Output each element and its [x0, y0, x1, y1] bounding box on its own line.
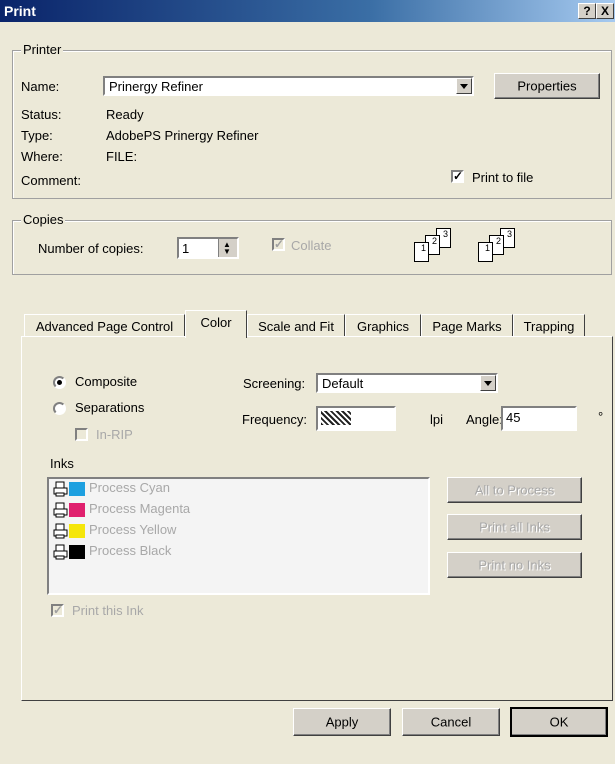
check-icon: ✓ — [53, 603, 64, 617]
printer-icon — [53, 502, 68, 518]
type-label: Type: — [21, 128, 53, 143]
frequency-input[interactable] — [316, 406, 396, 431]
inrip-checkbox[interactable] — [75, 428, 88, 441]
composite-label: Composite — [75, 374, 138, 389]
ink-name: Process Yellow — [89, 522, 177, 537]
separations-label: Separations — [75, 400, 145, 415]
tab-label: Trapping — [523, 319, 575, 334]
copies-spinner[interactable]: 1 ▲ ▼ — [177, 237, 239, 259]
angle-unit: ° — [598, 409, 604, 424]
ink-swatch — [69, 482, 85, 496]
tab-label: Graphics — [356, 319, 410, 334]
button-label: All to Process — [474, 482, 555, 498]
copies-legend: Copies — [21, 212, 66, 227]
copies-value: 1 — [182, 241, 190, 256]
all-to-process-button[interactable]: All to Process — [447, 477, 582, 503]
dialog-title: Print — [4, 3, 36, 19]
tab-label: Scale and Fit — [258, 319, 334, 334]
print-this-ink-label: Print this Ink — [72, 603, 144, 618]
spin-down-icon[interactable]: ▼ — [223, 247, 231, 256]
status-value: Ready — [106, 107, 144, 122]
print-to-file-label: Print to file — [472, 170, 534, 185]
printer-icon — [53, 544, 68, 560]
printer-legend: Printer — [21, 42, 64, 57]
close-button[interactable]: X — [596, 3, 614, 19]
tab-label: Advanced Page Control — [35, 319, 174, 334]
check-icon: ✓ — [453, 169, 464, 183]
ink-swatch — [69, 524, 85, 538]
ink-swatch — [69, 503, 85, 517]
printer-name-select[interactable]: Prinergy Refiner — [103, 76, 474, 96]
tab-graphics[interactable]: Graphics — [345, 314, 421, 336]
collate-label: Collate — [291, 238, 332, 253]
screening-select[interactable]: Default — [316, 373, 498, 393]
printer-icon — [53, 523, 68, 539]
check-icon: ✓ — [274, 237, 285, 251]
composite-radio[interactable] — [53, 376, 66, 389]
ink-name: Process Black — [89, 543, 172, 558]
comment-label: Comment: — [21, 173, 81, 188]
chevron-down-icon[interactable] — [480, 375, 496, 391]
tab-trapping[interactable]: Trapping — [513, 314, 585, 336]
where-value: FILE: — [106, 149, 138, 164]
radio-dot-icon — [57, 380, 62, 385]
tab-label: Page Marks — [432, 319, 502, 334]
where-label: Where: — [21, 149, 63, 164]
cancel-button[interactable]: Cancel — [402, 708, 500, 736]
angle-value: 45 — [506, 410, 521, 425]
name-label: Name: — [21, 79, 60, 94]
number-of-copies-label: Number of copies: — [38, 241, 144, 256]
button-label: OK — [549, 714, 569, 730]
mixed-value-pattern-icon — [321, 411, 351, 425]
frequency-label: Frequency: — [242, 412, 308, 427]
angle-label: Angle: — [466, 412, 503, 427]
properties-button[interactable]: Properties — [494, 73, 600, 99]
type-value: AdobePS Prinergy Refiner — [106, 128, 259, 143]
tab-label: Color — [200, 315, 232, 330]
print-dialog: Print ? X Printer Name: Prinergy Refiner… — [0, 0, 615, 764]
help-button[interactable]: ? — [578, 3, 596, 19]
help-icon: ? — [583, 4, 591, 18]
angle-input[interactable]: 45 — [501, 406, 577, 431]
print-no-inks-button[interactable]: Print no Inks — [447, 552, 582, 578]
tab-scale-and-fit[interactable]: Scale and Fit — [247, 314, 345, 336]
inks-label: Inks — [50, 456, 74, 471]
separations-radio[interactable] — [53, 402, 66, 415]
printer-icon — [53, 481, 68, 497]
print-this-ink-checkbox[interactable]: ✓ — [51, 603, 64, 617]
button-label: Print all Inks — [479, 519, 550, 535]
properties-button-label: Properties — [517, 78, 577, 94]
chevron-down-icon[interactable] — [456, 78, 472, 94]
print-to-file-checkbox[interactable]: ✓ — [451, 169, 464, 183]
print-all-inks-button[interactable]: Print all Inks — [447, 514, 582, 540]
ink-swatch — [69, 545, 85, 559]
collate-checkbox[interactable]: ✓ — [272, 237, 285, 251]
tab-advanced-page-control[interactable]: Advanced Page Control — [24, 314, 185, 336]
printer-name-value: Prinergy Refiner — [109, 79, 203, 94]
inks-list[interactable]: Process Cyan Process Magenta Process Yel… — [47, 477, 430, 595]
button-label: Apply — [325, 714, 359, 730]
title-bar: Print ? X — [0, 0, 615, 22]
button-label: Print no Inks — [478, 557, 551, 573]
tab-color[interactable]: Color — [185, 310, 247, 338]
inrip-label: In-RIP — [96, 427, 133, 442]
close-icon: X — [600, 4, 609, 18]
frequency-unit: lpi — [430, 412, 444, 427]
ok-button[interactable]: OK — [510, 707, 608, 737]
spinner-buttons[interactable]: ▲ ▼ — [218, 239, 237, 257]
apply-button[interactable]: Apply — [293, 708, 391, 736]
button-label: Cancel — [430, 714, 472, 730]
tab-page-marks[interactable]: Page Marks — [421, 314, 513, 336]
status-label: Status: — [21, 107, 62, 122]
ink-name: Process Magenta — [89, 501, 191, 516]
screening-label: Screening: — [243, 376, 306, 391]
ink-name: Process Cyan — [89, 480, 170, 495]
screening-value: Default — [322, 376, 364, 391]
